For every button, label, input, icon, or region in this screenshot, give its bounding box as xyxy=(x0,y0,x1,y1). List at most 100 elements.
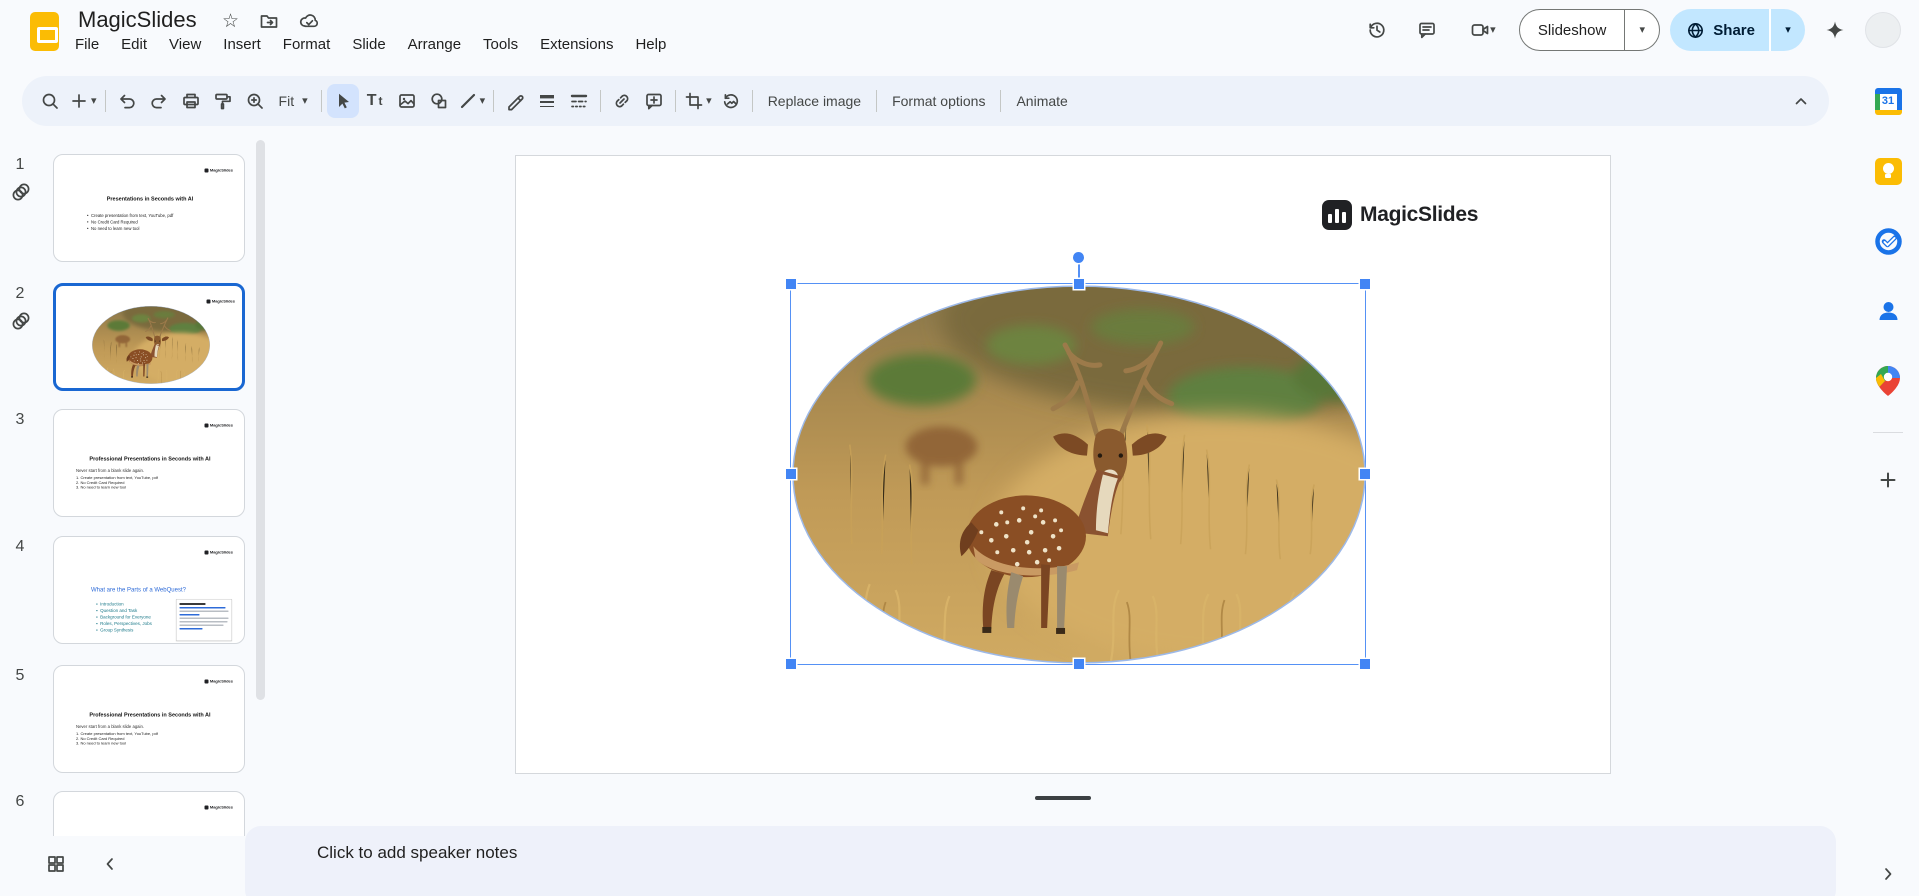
line-caret[interactable]: ▾ xyxy=(480,96,486,107)
thumb-logo: MagicSlides xyxy=(206,299,235,304)
format-options-button[interactable]: Format options xyxy=(882,93,995,109)
resize-handle-nw[interactable] xyxy=(786,279,796,289)
menu-edit[interactable]: Edit xyxy=(110,33,158,56)
slide-4-thumbnail[interactable]: MagicSlides What are the Parts of a WebQ… xyxy=(53,536,245,644)
slide-number: 5 xyxy=(6,667,34,685)
toolbar-divider xyxy=(105,90,106,112)
thumb-title: What are the Parts of a WebQuest? xyxy=(54,586,223,593)
gemini-button[interactable] xyxy=(1815,10,1855,50)
zoom-fit-dropdown[interactable]: Fit ▾ xyxy=(271,93,316,109)
notes-resize-handle[interactable] xyxy=(1035,796,1091,800)
reset-image-button[interactable] xyxy=(715,84,747,118)
resize-handle-e[interactable] xyxy=(1360,469,1370,479)
version-history-button[interactable] xyxy=(1357,10,1397,50)
slideshow-button[interactable]: Slideshow xyxy=(1520,22,1624,39)
slide-logo[interactable]: MagicSlides xyxy=(1322,200,1478,230)
search-menus-button[interactable] xyxy=(34,84,66,118)
image-selection-box[interactable] xyxy=(790,283,1366,665)
tasks-app-button[interactable] xyxy=(1867,220,1909,262)
insert-shape-button[interactable] xyxy=(423,84,455,118)
show-side-panel-button[interactable] xyxy=(1872,858,1904,890)
grid-view-button[interactable] xyxy=(40,848,72,880)
keep-icon xyxy=(1875,158,1902,185)
top-bar: MagicSlides ☆ File Edit View Insert Form… xyxy=(0,0,1919,62)
select-tool-button[interactable] xyxy=(327,84,359,118)
camera-dropdown-caret[interactable]: ▾ xyxy=(1490,25,1496,36)
resize-handle-se[interactable] xyxy=(1360,659,1370,669)
share-button[interactable]: Share xyxy=(1705,22,1769,39)
meet-camera-button[interactable]: ▾ xyxy=(1457,10,1509,50)
slides-app-icon[interactable] xyxy=(30,12,59,51)
deer-ellipse-image[interactable] xyxy=(792,285,1366,664)
share-dropdown-button[interactable]: ▾ xyxy=(1771,25,1805,36)
border-dash-button[interactable] xyxy=(563,84,595,118)
slideshow-dropdown-button[interactable]: ▾ xyxy=(1625,25,1659,36)
image-icon xyxy=(397,91,417,111)
border-color-button[interactable] xyxy=(499,84,531,118)
collapse-filmstrip-button[interactable] xyxy=(94,848,126,880)
menu-tools[interactable]: Tools xyxy=(472,33,529,56)
zoom-in-button[interactable] xyxy=(239,84,271,118)
cloud-saved-icon[interactable] xyxy=(299,11,319,31)
add-comment-button[interactable] xyxy=(638,84,670,118)
crop-caret[interactable]: ▾ xyxy=(706,96,712,107)
chevron-right-icon xyxy=(1878,864,1898,884)
move-folder-icon[interactable] xyxy=(259,11,279,31)
crop-image-button[interactable]: ▾ xyxy=(681,84,715,118)
paint-format-button[interactable] xyxy=(207,84,239,118)
filmstrip-scrollbar[interactable] xyxy=(256,140,265,700)
slide-canvas[interactable]: MagicSlides xyxy=(515,155,1611,774)
menu-arrange[interactable]: Arrange xyxy=(397,33,472,56)
undo-button[interactable] xyxy=(111,84,143,118)
slide-5-thumbnail[interactable]: MagicSlides Professional Presentations i… xyxy=(53,665,245,773)
open-comments-button[interactable] xyxy=(1407,10,1447,50)
main-toolbar: ▾ Fit ▾ T t xyxy=(22,76,1829,126)
contacts-app-button[interactable] xyxy=(1867,290,1909,332)
calendar-app-button[interactable]: 31 xyxy=(1867,80,1909,122)
document-title[interactable]: MagicSlides xyxy=(78,7,197,33)
print-button[interactable] xyxy=(175,84,207,118)
slide-6-thumbnail[interactable]: MagicSlides xyxy=(53,791,245,836)
slide-3-thumbnail[interactable]: MagicSlides Professional Presentations i… xyxy=(53,409,245,517)
replace-image-button[interactable]: Replace image xyxy=(758,93,871,109)
menu-file[interactable]: File xyxy=(64,33,110,56)
slide-2-thumbnail-selected[interactable]: MagicSlides xyxy=(53,283,245,391)
menu-slide[interactable]: Slide xyxy=(341,33,396,56)
toolbar-divider xyxy=(600,90,601,112)
menu-view[interactable]: View xyxy=(158,33,212,56)
resize-handle-sw[interactable] xyxy=(786,659,796,669)
insert-link-button[interactable] xyxy=(606,84,638,118)
menu-extensions[interactable]: Extensions xyxy=(529,33,624,56)
insert-image-button[interactable] xyxy=(391,84,423,118)
animate-button[interactable]: Animate xyxy=(1006,93,1077,109)
tasks-icon xyxy=(1875,228,1902,255)
hide-menus-button[interactable] xyxy=(1785,84,1817,118)
menu-insert[interactable]: Insert xyxy=(212,33,272,56)
resize-handle-ne[interactable] xyxy=(1360,279,1370,289)
get-add-ons-button[interactable] xyxy=(1867,459,1909,501)
globe-icon xyxy=(1686,21,1705,40)
resize-handle-s[interactable] xyxy=(1074,659,1084,669)
border-weight-button[interactable] xyxy=(531,84,563,118)
slide-number: 4 xyxy=(6,538,34,556)
reset-image-icon xyxy=(721,91,741,111)
maps-app-button[interactable] xyxy=(1867,360,1909,402)
speaker-notes-panel[interactable]: Click to add speaker notes xyxy=(245,826,1836,896)
resize-handle-n[interactable] xyxy=(1074,279,1084,289)
star-icon[interactable]: ☆ xyxy=(222,12,239,31)
speaker-notes-placeholder[interactable]: Click to add speaker notes xyxy=(317,843,517,862)
menu-help[interactable]: Help xyxy=(624,33,677,56)
rotation-handle[interactable] xyxy=(1073,252,1084,263)
insert-line-button[interactable]: ▾ xyxy=(455,84,489,118)
slide-1-thumbnail[interactable]: MagicSlides Presentations in Seconds wit… xyxy=(53,154,245,262)
menu-format[interactable]: Format xyxy=(272,33,342,56)
account-avatar[interactable] xyxy=(1865,12,1901,48)
resize-handle-w[interactable] xyxy=(786,469,796,479)
text-box-button[interactable]: T t xyxy=(359,84,391,118)
shape-icon xyxy=(429,91,449,111)
toolbar-divider xyxy=(321,90,322,112)
redo-button[interactable] xyxy=(143,84,175,118)
new-slide-button[interactable]: ▾ xyxy=(66,84,100,118)
keep-app-button[interactable] xyxy=(1867,150,1909,192)
new-slide-caret[interactable]: ▾ xyxy=(91,96,97,107)
